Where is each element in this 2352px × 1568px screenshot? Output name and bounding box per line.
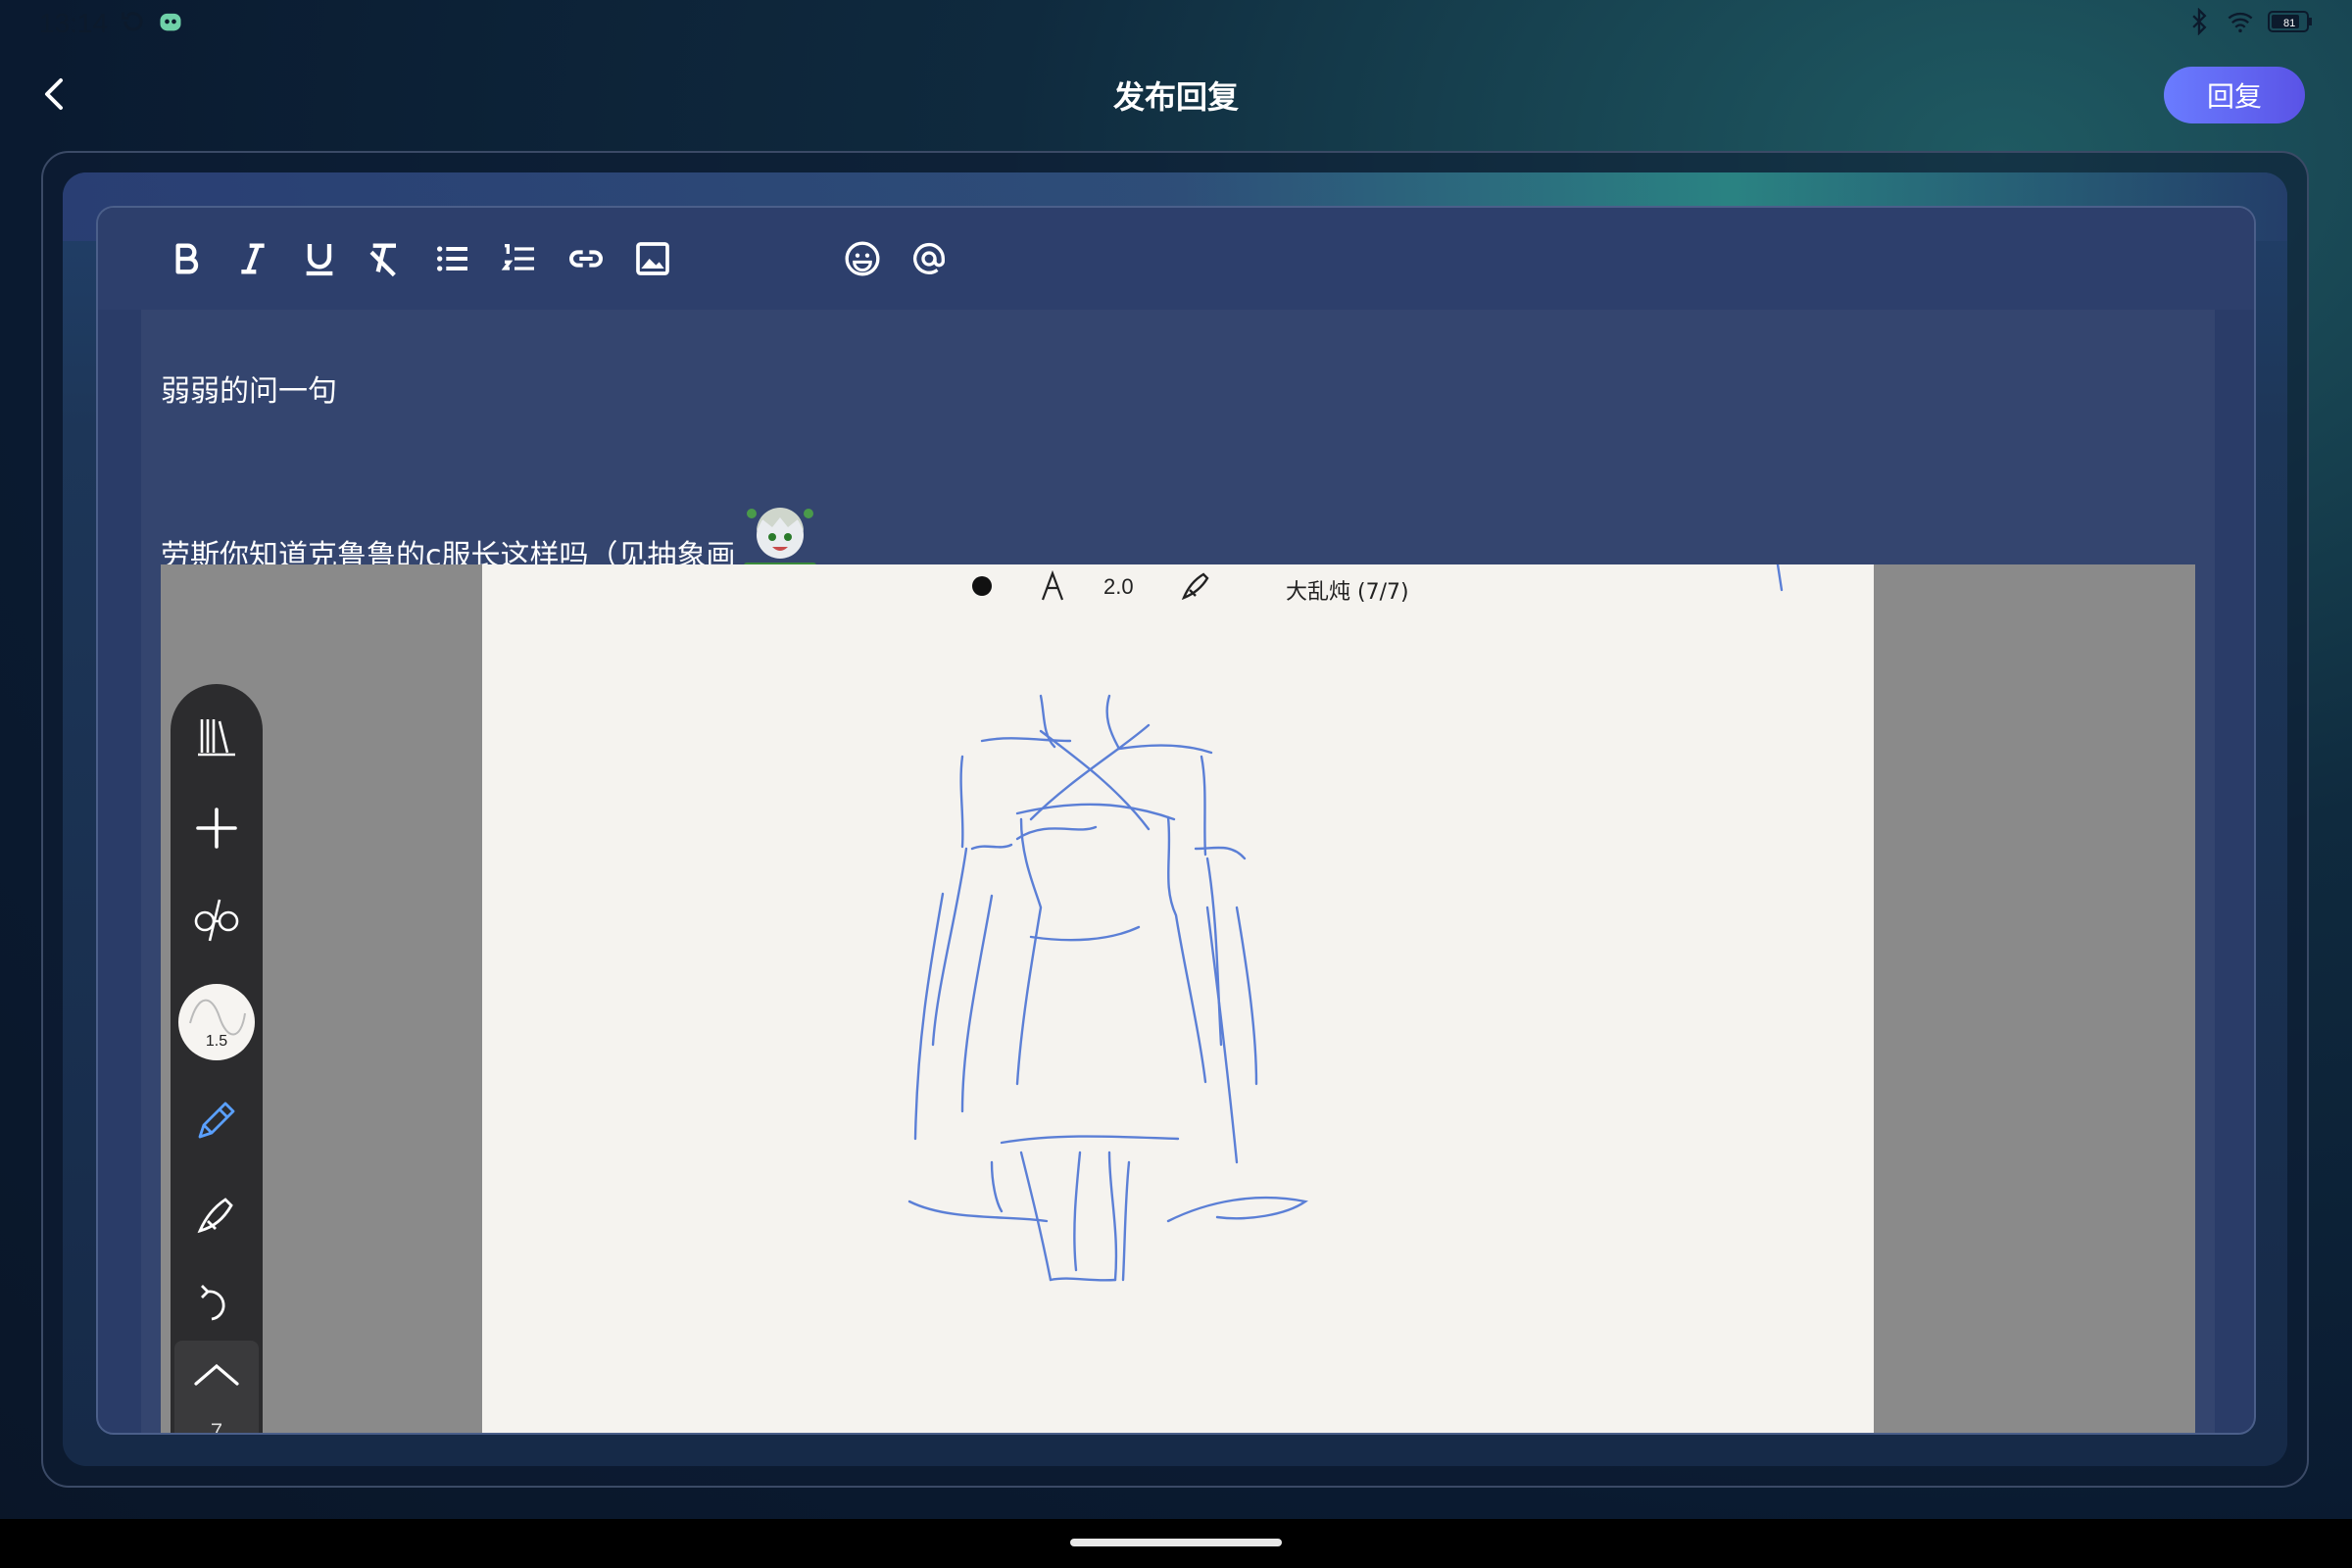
library-button[interactable] [180,700,253,772]
italic-button[interactable] [229,235,276,282]
svg-text:81: 81 [2283,18,2295,29]
status-bar: 13:14 81 [0,0,2352,47]
image-icon [636,242,669,275]
underline-icon [306,244,333,276]
mention-icon [913,243,946,274]
clear-format-icon [369,243,396,277]
pencil-icon [198,1102,235,1139]
symmetry-button[interactable] [180,884,253,956]
bullet-list-icon [437,246,467,271]
numbered-list-icon [501,244,534,270]
sync-icon [122,12,143,31]
wifi-icon [2228,12,2253,33]
undo-button[interactable] [180,1268,253,1341]
clear-format-button[interactable] [363,235,410,282]
drawing-canvas: 2.0 大乱炖 (7/7) [482,564,1874,1433]
bluetooth-icon [2192,8,2207,35]
image-button[interactable] [629,235,676,282]
bullet-list-button[interactable] [429,235,476,282]
app-notification-icon [160,13,181,31]
stroke-smoothing-button[interactable]: 1.5 [178,984,255,1060]
library-icon [198,719,235,757]
link-button[interactable] [563,235,610,282]
battery-icon: 81 [2268,11,2312,32]
chevron-up-icon [194,1363,239,1386]
status-time: 13:14 [39,8,109,38]
drawing-side-toolbar: 1.5 7 [171,684,263,1435]
plus-icon [196,808,237,849]
emoji-button[interactable] [839,235,886,282]
bold-button[interactable] [163,235,210,282]
italic-icon [241,243,265,274]
symmetry-icon [194,899,239,942]
top-bar: 发布回复 回复 [0,59,2352,137]
add-button[interactable] [180,792,253,864]
page-title: 发布回复 [1112,78,1239,116]
brush-icon [197,1198,233,1234]
editor-content[interactable]: 弱弱的问一句 劳斯你知道克鲁鲁的c服长这样吗（见抽象画 2.0 大乱炖 (7/7… [141,310,2215,1435]
dress-sketch [907,564,1784,1282]
page-scroll-control[interactable]: 7 [174,1341,259,1435]
numbered-list-button[interactable] [496,235,543,282]
reply-button[interactable]: 回复 [2164,67,2305,123]
format-toolbar [98,208,2254,310]
home-indicator[interactable] [1070,1539,1282,1546]
text-line: 劳斯你知道克鲁鲁的c服长这样吗（见抽象画 [161,496,820,576]
embedded-drawing-image: 2.0 大乱炖 (7/7) 1.5 7 [161,564,2195,1435]
smoothing-value: 1.5 [205,1033,228,1050]
underline-button[interactable] [296,235,343,282]
text-line: 弱弱的问一句 [161,374,337,409]
link-icon [569,250,603,268]
page-number: 7 [210,1419,223,1435]
mention-button[interactable] [906,235,953,282]
rich-text-editor: 弱弱的问一句 劳斯你知道克鲁鲁的c服长这样吗（见抽象画 2.0 大乱炖 (7/7… [96,206,2256,1435]
undo-icon [201,1285,225,1321]
brush-tool-button[interactable] [180,1176,253,1249]
bold-icon [175,243,199,274]
pencil-tool-button[interactable] [180,1084,253,1156]
emoji-icon [845,241,880,276]
